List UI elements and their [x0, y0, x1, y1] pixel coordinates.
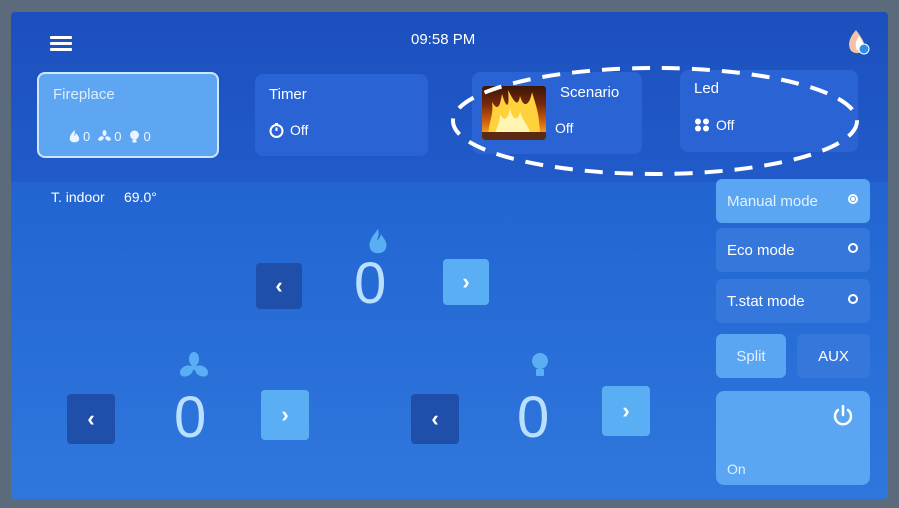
- menu-icon[interactable]: [50, 36, 72, 52]
- power-state-label: On: [727, 461, 746, 477]
- brand-icon: [849, 30, 870, 55]
- eco-mode-radio: [848, 243, 858, 253]
- flame-decrease-button[interactable]: ‹: [256, 263, 302, 309]
- power-button[interactable]: On: [716, 391, 870, 485]
- fireplace-title: Fireplace: [53, 86, 115, 103]
- fan-increase-button[interactable]: ›: [261, 390, 309, 440]
- fan-decrease-button[interactable]: ‹: [67, 394, 115, 444]
- fireplace-card[interactable]: Fireplace 0 0 0: [37, 72, 219, 158]
- eco-mode-button[interactable]: Eco mode: [716, 228, 870, 272]
- fireplace-flame-value: 0: [83, 129, 91, 144]
- bulb-icon: [532, 353, 548, 376]
- light-level-value: 0: [517, 385, 550, 450]
- manual-mode-button[interactable]: Manual mode: [716, 179, 870, 223]
- fireplace-light-value: 0: [143, 129, 151, 144]
- flame-increase-button[interactable]: ›: [443, 259, 489, 305]
- fireplace-fan-value: 0: [114, 129, 122, 144]
- light-increase-button[interactable]: ›: [602, 386, 650, 436]
- indoor-temp-value: 69.0°: [124, 189, 157, 205]
- fan-icon: [98, 130, 112, 141]
- power-icon: [833, 405, 853, 426]
- fan-level-value: 0: [174, 385, 207, 450]
- timer-status: Off: [269, 122, 308, 138]
- fan-icon: [179, 352, 209, 377]
- highlight-annotation: [451, 66, 859, 176]
- tstat-mode-label: T.stat mode: [727, 292, 805, 310]
- eco-mode-label: Eco mode: [727, 241, 795, 259]
- bulb-icon: [130, 130, 140, 143]
- aux-button[interactable]: AUX: [797, 334, 870, 378]
- fireplace-stats: 0 0 0: [69, 129, 151, 144]
- tstat-mode-radio: [848, 294, 858, 304]
- timer-status-text: Off: [290, 122, 309, 138]
- timer-icon: [269, 122, 284, 138]
- light-decrease-button[interactable]: ‹: [411, 394, 459, 444]
- timer-title: Timer: [269, 86, 307, 103]
- flame-level-value: 0: [354, 251, 387, 316]
- app-screen: 09:58 PM Fireplace 0 0 0 Timer Off Scena…: [11, 12, 888, 499]
- timer-card[interactable]: Timer Off: [255, 74, 428, 156]
- flame-icon: [69, 130, 80, 143]
- clock: 09:58 PM: [411, 31, 476, 48]
- manual-mode-label: Manual mode: [727, 192, 818, 210]
- manual-mode-radio: [848, 194, 858, 204]
- indoor-temp-label: T. indoor: [51, 189, 105, 205]
- tstat-mode-button[interactable]: T.stat mode: [716, 279, 870, 323]
- split-button[interactable]: Split: [716, 334, 786, 378]
